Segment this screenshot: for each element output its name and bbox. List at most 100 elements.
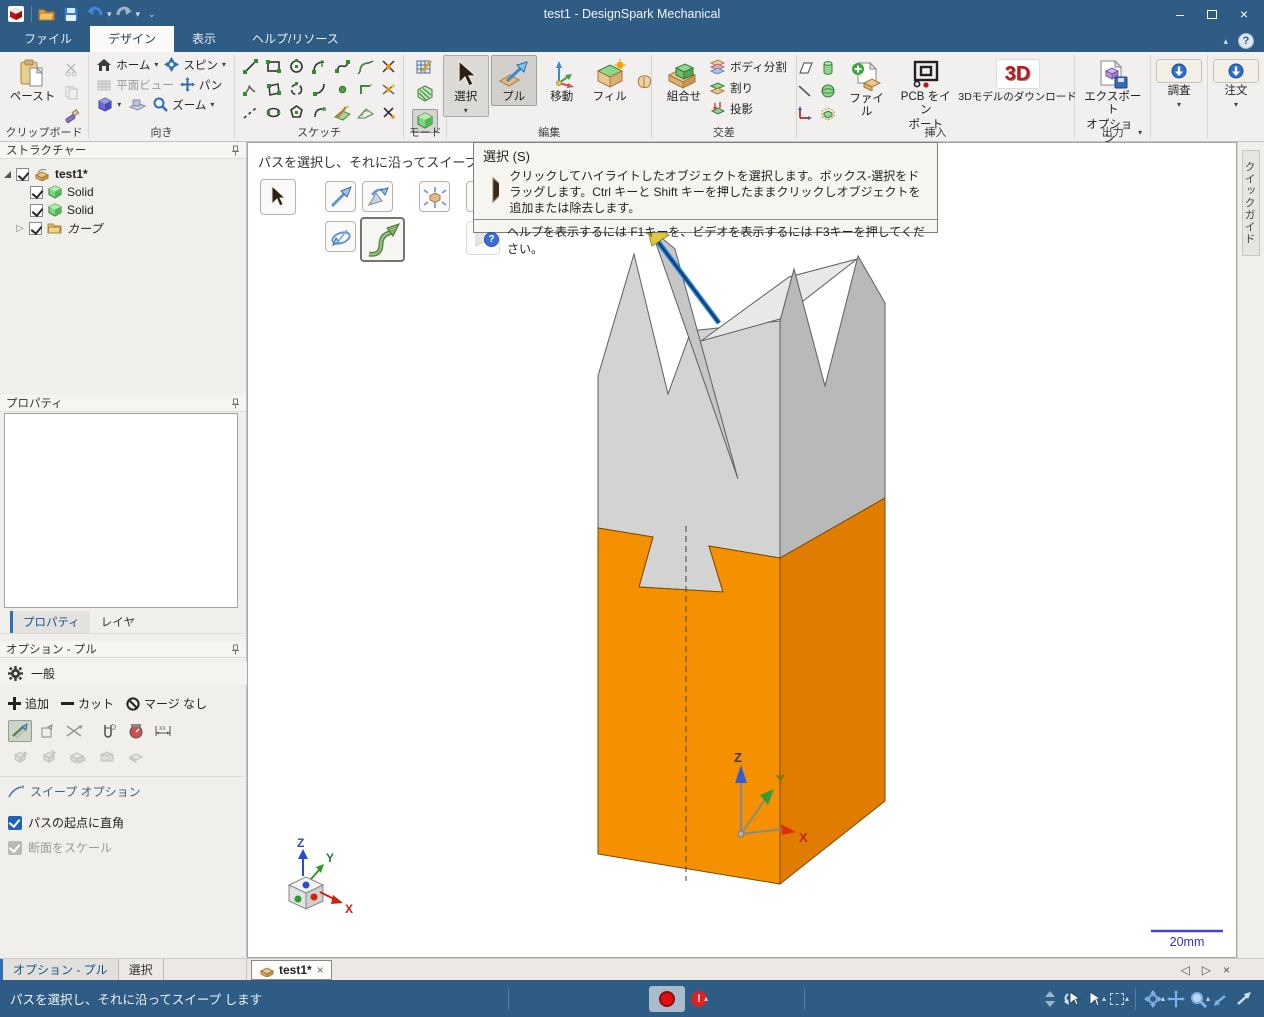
sketch-point-icon[interactable] [332, 79, 353, 100]
tab-file[interactable]: ファイル [6, 26, 90, 52]
zoom-button[interactable]: ズーム ▾ [153, 95, 214, 114]
view-cube-button[interactable]: ▾ [97, 95, 121, 114]
sketch-polygon-icon[interactable] [286, 102, 307, 123]
mini-scale-body-button[interactable] [419, 181, 450, 212]
expander-closed-icon[interactable]: ▷ [16, 223, 24, 234]
pcb-import-button[interactable]: PCB をイン ポート [895, 55, 957, 135]
investigate-button[interactable]: 調査 ▾ [1152, 55, 1206, 111]
result-option5-icon[interactable] [124, 746, 148, 768]
pin-icon[interactable] [231, 644, 240, 655]
sketch-spline2-icon[interactable] [240, 79, 261, 100]
mini-pull-button[interactable] [325, 181, 356, 212]
mini-revolve-button[interactable] [325, 221, 356, 252]
download-3d-button[interactable]: 3D 3Dモデルのダウンロード [958, 55, 1077, 105]
tab-close-icon[interactable]: × [1223, 963, 1230, 977]
section-mode-button[interactable] [412, 82, 438, 106]
tab-layers[interactable]: レイヤ [91, 611, 145, 633]
split-body-button[interactable]: ボディ分割 [709, 57, 787, 76]
properties-box[interactable] [4, 413, 238, 608]
model-orange-side-face[interactable] [779, 497, 886, 886]
tab-display[interactable]: 表示 [174, 26, 234, 52]
collapse-ribbon-icon[interactable]: ▴ [1223, 36, 1228, 47]
help-icon[interactable]: ? [1238, 33, 1254, 49]
sketch-rectangle-icon[interactable] [263, 56, 284, 77]
copy-icon[interactable] [61, 82, 82, 103]
tab-selection[interactable]: 選択 [119, 959, 164, 980]
viewport[interactable]: パスを選択し、それに沿ってスイープしま Z Y X Z Y X 20mm [247, 142, 1237, 958]
result-option1-icon[interactable] [8, 746, 32, 768]
gauge-button[interactable] [124, 720, 148, 742]
document-tab[interactable]: test1* × [251, 960, 332, 980]
redo-dropdown-icon[interactable]: ▾ [136, 9, 141, 20]
measure-button[interactable] [97, 720, 121, 742]
sketch-circle2-icon[interactable] [286, 79, 307, 100]
sketch-tangent-arc-icon[interactable] [309, 56, 330, 77]
paste-button[interactable]: ペースト [6, 55, 59, 106]
status-spinner-icon[interactable] [1039, 988, 1061, 1010]
sketch-trim2-icon[interactable] [378, 79, 399, 100]
dimension-button[interactable]: XX [151, 720, 175, 742]
sketch-circle-icon[interactable] [286, 56, 307, 77]
expander-open-icon[interactable] [4, 170, 11, 178]
status-select-back-icon[interactable] [1061, 988, 1083, 1010]
format-painter-icon[interactable] [61, 105, 82, 126]
sketch-protractor-icon[interactable] [355, 102, 376, 123]
insert-plane-icon[interactable] [794, 57, 815, 78]
save-button[interactable] [59, 3, 83, 25]
quick-access-customize-icon[interactable]: ⌄ [148, 9, 156, 20]
insert-cylinder-icon[interactable] [817, 57, 838, 78]
checkbox[interactable] [30, 203, 43, 217]
move-button[interactable]: 移動 [539, 55, 585, 106]
insert-axis-icon[interactable] [794, 103, 815, 124]
doc-tab-close-icon[interactable]: × [317, 963, 324, 977]
minimize-button[interactable]: – [1164, 2, 1196, 26]
tree-item-solid2[interactable]: Solid [4, 201, 242, 219]
sketch-chamfer-icon[interactable] [355, 79, 376, 100]
order-button[interactable]: 注文 ▾ [1209, 55, 1263, 111]
corner-triad[interactable]: Z Y X [287, 836, 353, 916]
cut-option[interactable]: カット [61, 695, 114, 712]
sketch-arc-icon[interactable] [309, 79, 330, 100]
sketch-plane-icon[interactable] [332, 102, 353, 123]
sketch-line-icon[interactable] [240, 56, 261, 77]
maximize-button[interactable] [1196, 2, 1228, 26]
result-option2-icon[interactable] [37, 746, 61, 768]
sketch-mode-button[interactable] [412, 55, 438, 79]
tab-options-pull[interactable]: オプション - プル [0, 959, 119, 980]
sketch-delete-icon[interactable] [378, 102, 399, 123]
checkbox-perpendicular[interactable] [8, 815, 22, 830]
merge-option[interactable]: マージ なし [126, 695, 207, 712]
add-option[interactable]: 追加 [8, 695, 49, 712]
sketch-trim-icon[interactable] [378, 56, 399, 77]
home-view-button[interactable]: ホーム ▾ [97, 55, 158, 74]
result-option3-icon[interactable] [66, 746, 90, 768]
cut-icon[interactable] [61, 59, 82, 80]
insert-line-icon[interactable] [794, 80, 815, 101]
sketch-construction-line-icon[interactable] [240, 102, 261, 123]
pull-button[interactable]: プル [490, 55, 537, 107]
status-plan-view-icon[interactable] [1210, 988, 1232, 1010]
pin-icon[interactable] [231, 398, 240, 409]
app-logo-icon[interactable] [4, 3, 28, 25]
checkbox[interactable] [16, 167, 29, 181]
sketch-spline-icon[interactable] [332, 56, 353, 77]
insert-file-button[interactable]: ファイル [840, 57, 892, 121]
checkbox[interactable] [29, 221, 42, 235]
open-button[interactable] [35, 3, 59, 25]
both-sides-button[interactable] [62, 720, 86, 742]
insert-origin-icon[interactable] [817, 103, 838, 124]
tab-help-resources[interactable]: ヘルプ/リソース [234, 26, 357, 52]
tab-properties[interactable]: プロパティ [10, 611, 90, 633]
result-option4-icon[interactable] [95, 746, 119, 768]
combine-button[interactable]: 組合せ [661, 55, 707, 106]
redo-button[interactable] [112, 3, 136, 25]
sweep-tool-button[interactable] [8, 720, 32, 742]
record-button[interactable] [649, 985, 685, 1012]
sketch-three-point-arc-icon[interactable] [309, 102, 330, 123]
mini-sweep-button[interactable] [360, 217, 405, 262]
fill-button[interactable]: フィル [587, 55, 633, 106]
checkbox-scale-section[interactable] [8, 840, 22, 855]
pull-direction-button[interactable] [35, 720, 59, 742]
sketch-ellipse-icon[interactable] [263, 102, 284, 123]
model-canvas[interactable]: Z Y X Z Y X 20mm [248, 143, 1237, 958]
